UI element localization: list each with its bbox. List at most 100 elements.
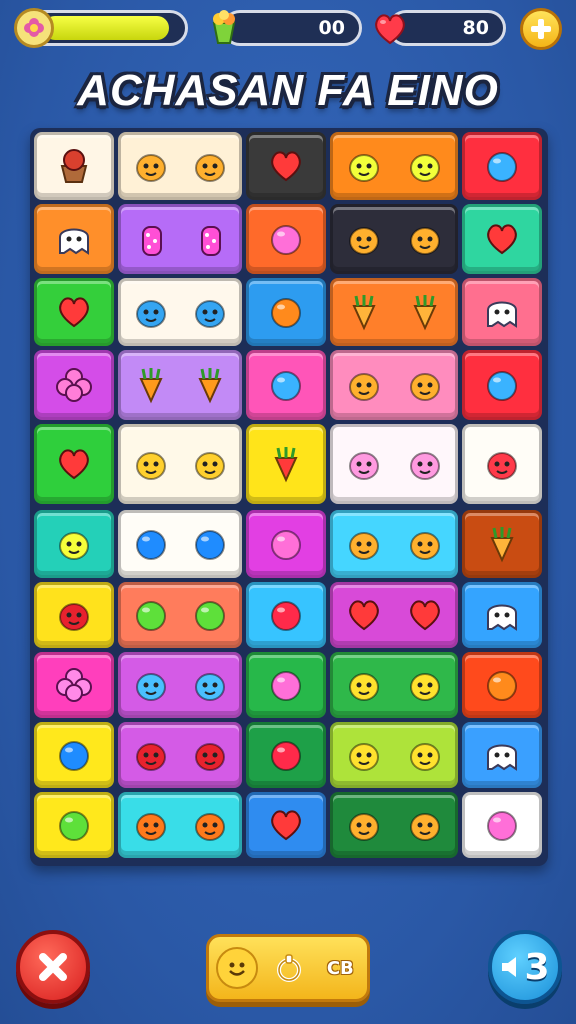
- board-tile[interactable]: [118, 278, 242, 346]
- apple-icon: [131, 595, 171, 635]
- board-tile[interactable]: [330, 278, 458, 346]
- dino-icon: [344, 146, 384, 186]
- board-tile[interactable]: [118, 582, 242, 648]
- heart-icon: [266, 146, 306, 186]
- board-tile[interactable]: [34, 350, 114, 420]
- heart-icon: [482, 219, 522, 259]
- refresh-button[interactable]: [271, 950, 307, 986]
- board-tile[interactable]: [462, 582, 542, 648]
- board-tile[interactable]: [462, 652, 542, 718]
- bean-icon: [190, 805, 230, 845]
- heart-icon: [370, 8, 410, 48]
- strawberry-icon: [54, 595, 94, 635]
- plus-icon: [531, 19, 551, 39]
- monster-icon: [344, 524, 384, 564]
- board-tile[interactable]: [34, 652, 114, 718]
- board-tile[interactable]: [462, 278, 542, 346]
- add-lives-button[interactable]: [520, 8, 562, 50]
- bear-icon: [482, 444, 522, 484]
- monster-icon: [344, 365, 384, 405]
- board-tile[interactable]: [246, 350, 326, 420]
- berry-icon: [266, 595, 306, 635]
- smile-button[interactable]: [215, 947, 258, 989]
- monster-icon: [405, 365, 445, 405]
- board-tile[interactable]: [462, 424, 542, 504]
- board-tile[interactable]: [462, 350, 542, 420]
- board-tile[interactable]: [246, 278, 326, 346]
- energy-fill: [43, 16, 169, 40]
- board-tile[interactable]: [462, 204, 542, 274]
- board-tile[interactable]: [462, 722, 542, 788]
- apple-icon: [190, 595, 230, 635]
- board-tile[interactable]: [330, 204, 458, 274]
- board-tile[interactable]: [246, 424, 326, 504]
- board-tile[interactable]: [462, 132, 542, 200]
- board-tile[interactable]: [330, 424, 458, 504]
- board-tile[interactable]: [246, 792, 326, 858]
- board-tile[interactable]: [118, 792, 242, 858]
- monster-icon: [344, 805, 384, 845]
- radish-icon: [266, 444, 306, 484]
- board-tile[interactable]: [330, 350, 458, 420]
- board-tile[interactable]: [246, 510, 326, 578]
- board-tile[interactable]: [330, 582, 458, 648]
- board-tile[interactable]: [330, 792, 458, 858]
- board-tile[interactable]: [118, 722, 242, 788]
- board-tile[interactable]: [34, 510, 114, 578]
- heart-icon: [54, 444, 94, 484]
- candy-icon: [204, 8, 244, 48]
- cb-button[interactable]: CB: [320, 952, 360, 984]
- board-tile[interactable]: [118, 510, 242, 578]
- orange-icon: [266, 292, 306, 332]
- sound-button[interactable]: 3: [488, 930, 562, 1004]
- candy-icon: [190, 444, 230, 484]
- board-tile[interactable]: [118, 350, 242, 420]
- orange-icon: [482, 665, 522, 705]
- refresh-icon: [276, 954, 301, 982]
- board-tile[interactable]: [330, 510, 458, 578]
- gem-icon: [266, 524, 306, 564]
- pig-icon: [405, 444, 445, 484]
- board-tile[interactable]: [34, 722, 114, 788]
- cone-icon: [405, 292, 445, 332]
- apple-icon: [54, 805, 94, 845]
- board-tile[interactable]: [118, 424, 242, 504]
- board-tile[interactable]: [330, 132, 458, 200]
- lives-value: 80: [462, 17, 489, 39]
- cone-icon: [482, 524, 522, 564]
- game-board: [30, 128, 548, 866]
- board-tile[interactable]: [34, 132, 114, 200]
- ball-icon: [54, 735, 94, 775]
- board-tile[interactable]: [246, 722, 326, 788]
- board-tile[interactable]: [246, 204, 326, 274]
- board-tile[interactable]: [246, 652, 326, 718]
- board-tile[interactable]: [118, 204, 242, 274]
- board-tile[interactable]: [330, 722, 458, 788]
- board-tile[interactable]: [34, 582, 114, 648]
- board-tile[interactable]: [246, 582, 326, 648]
- carrot-icon: [190, 365, 230, 405]
- board-tile[interactable]: [34, 424, 114, 504]
- game-title: ACHASAN FA EINO: [77, 66, 499, 115]
- board-tile[interactable]: [118, 652, 242, 718]
- close-button[interactable]: [16, 930, 90, 1004]
- board-tile[interactable]: [34, 792, 114, 858]
- board-tile[interactable]: [246, 132, 326, 200]
- ghost-icon: [482, 735, 522, 775]
- lizard-icon: [405, 665, 445, 705]
- board-tile[interactable]: [118, 132, 242, 200]
- board-tile[interactable]: [462, 792, 542, 858]
- leaf-icon: [190, 665, 230, 705]
- board-tile[interactable]: [34, 204, 114, 274]
- smile-icon: [228, 962, 245, 976]
- berry-icon: [266, 735, 306, 775]
- cupcake-icon: [54, 146, 94, 186]
- board-tile[interactable]: [462, 510, 542, 578]
- lizard-icon: [405, 735, 445, 775]
- score-value: 00: [318, 17, 345, 39]
- board-tile[interactable]: [34, 278, 114, 346]
- ghost-icon: [482, 292, 522, 332]
- gem-icon: [266, 219, 306, 259]
- flower-icon: [14, 8, 54, 48]
- board-tile[interactable]: [330, 652, 458, 718]
